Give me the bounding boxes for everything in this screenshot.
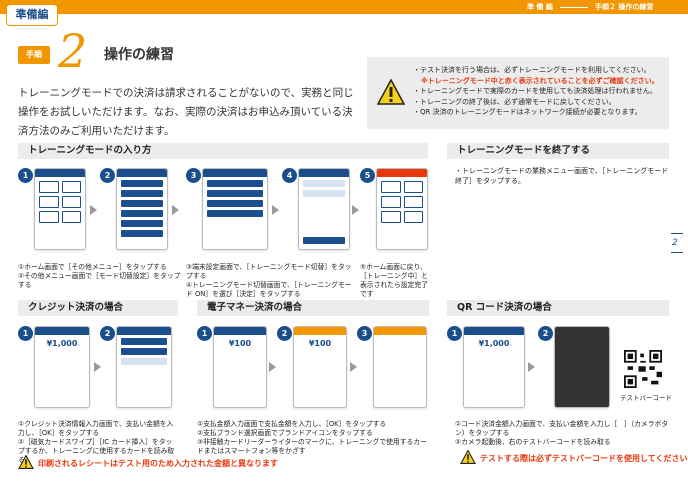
page-title: 操作の練習 [104,47,174,63]
arrow-icon [272,205,279,215]
phone-qr-camera [554,326,610,408]
phone-qr-input: ¥1,000 [463,326,525,408]
warning-icon [377,79,405,105]
arrow-icon [352,205,359,215]
warning-item: ・トレーニングの終了後は、必ず通常モードに戻してください。 [413,97,616,106]
step-circle: 1 [18,168,33,183]
header-step-label: 手順２ 操作の練習 [595,3,654,11]
page-number: 2 [672,238,678,248]
qr-warning: テストする際は必ずテストバーコードを使用してください [480,454,688,463]
step-number: 2 [58,24,88,78]
step-circle: 1 [18,326,33,341]
step-circle: 4 [282,168,297,183]
step-circle: 1 [197,326,212,341]
arrow-icon [90,205,97,215]
step-circle: 2 [538,326,553,341]
phone-emoney-brand: ¥100 [293,326,347,408]
warning-icon [18,455,34,469]
section-training-exit: トレーニングモードを終了する [447,143,669,159]
phone-credit-input: ¥1,000 [34,326,90,408]
amount-display: ¥1,000 [478,339,510,348]
phone-training-home [376,168,428,250]
section-training-enter: トレーニングモードの入り方 [18,143,428,159]
header-divider [560,7,588,8]
arrow-icon [350,362,357,372]
section-emoney: 電子マネー決済の場合 [197,300,429,316]
phone-emoney-touch [373,326,427,408]
step-circle: 3 [357,326,372,341]
page-marker-line [671,233,683,234]
warning-item: ・トレーニングモードで実際のカードを使用しても決済処理は行われません。 [413,87,657,95]
amount-display: ¥100 [308,339,332,348]
step-circle: 2 [277,326,292,341]
step-circle: 1 [447,326,462,341]
step-badge: 手順 [18,46,50,64]
caption-enter-12: ①ホーム画面で［その他メニュー］をタップする ②その他メニュー画面で［モード切替… [18,263,181,289]
step-circle: 2 [100,326,115,341]
caption-emoney: ①支払金額入力画面で支払金額を入力し、［OK］をタップする ②支払ブランド選択画… [197,420,427,455]
amount-display: ¥100 [228,339,252,348]
warning-box: ・テスト決済を行う場合は、必ずトレーニングモードを利用してください。 ※トレーニ… [367,57,669,129]
step-circle: 5 [360,168,375,183]
caption-enter-34: ③端末設定画面で、［トレーニングモード切替］をタップする ④トレーニングモード切… [186,263,352,298]
credit-warning: 印刷されるレシートはテスト用のため入力された金額と異なります [38,459,278,468]
arrow-icon [269,362,276,372]
arrow-icon [172,205,179,215]
warning-item: ・QR 決済のトレーニングモードはネットワーク接続が必要となります。 [413,108,642,116]
phone-emoney-input: ¥100 [213,326,267,408]
caption-qr: ①コード決済金額入力画面で、支払い金額を入力し［ ］（カメラボタン）をタップする… [455,420,669,446]
phone-credit-read [116,326,172,408]
amount-display: ¥1,000 [46,339,78,348]
phone-training-toggle [298,168,350,250]
section-credit: クレジット決済の場合 [18,300,178,316]
caption-enter-5: ⑤ホーム画面に戻り、［トレーニング中］と表示されたら設定完了です [360,263,428,298]
warning-item-emphasis: ※トレーニングモード中と赤く表示されていることを必ずご確認ください。 [421,76,659,85]
phone-home [34,168,86,250]
header-section: 準 備 編 [527,3,553,11]
test-barcode-label: テストバーコード [620,394,672,402]
test-barcode-image [624,350,662,388]
step-circle: 2 [100,168,115,183]
arrow-icon [528,362,535,372]
prep-tag: 準備編 [6,4,58,26]
section-qr: QR コード決済の場合 [447,300,669,316]
arrow-icon [94,362,101,372]
page-marker-line [671,252,683,253]
phone-other-menu [116,168,168,250]
top-bar: 準 備 編 手順２ 操作の練習 [0,0,688,14]
intro-text: トレーニングモードでの決済は請求されることがないので、実務と同じ操作をお試しいた… [18,87,354,137]
step-circle: 3 [186,168,201,183]
exit-text: ・トレーニングモードの業務メニュー画面で、［トレーニングモード終了］をタップする… [455,167,669,185]
warning-icon [460,450,476,464]
warning-list: ・テスト決済を行う場合は、必ずトレーニングモードを利用してください。 ※トレーニ… [413,65,659,118]
phone-device-settings [202,168,268,250]
warning-item: ・テスト決済を行う場合は、必ずトレーニングモードを利用してください。 [413,66,651,74]
